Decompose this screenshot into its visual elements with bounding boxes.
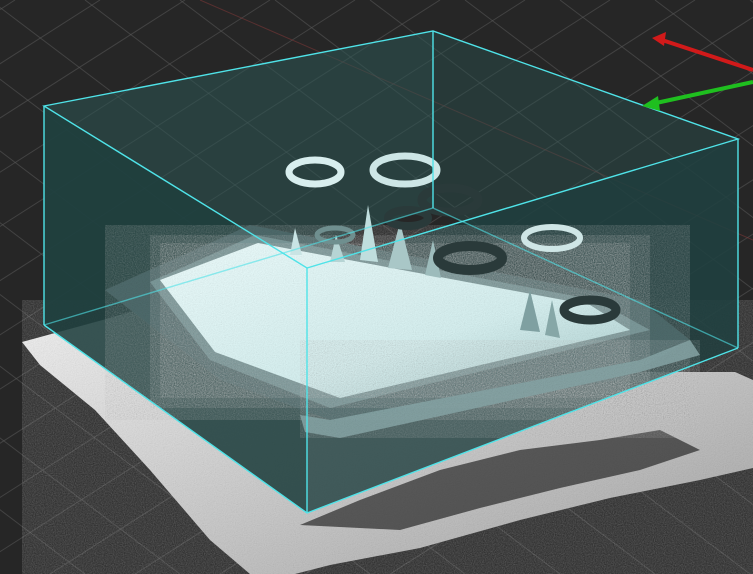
scene-canvas[interactable] [0, 0, 753, 574]
3d-viewport[interactable] [0, 0, 753, 574]
